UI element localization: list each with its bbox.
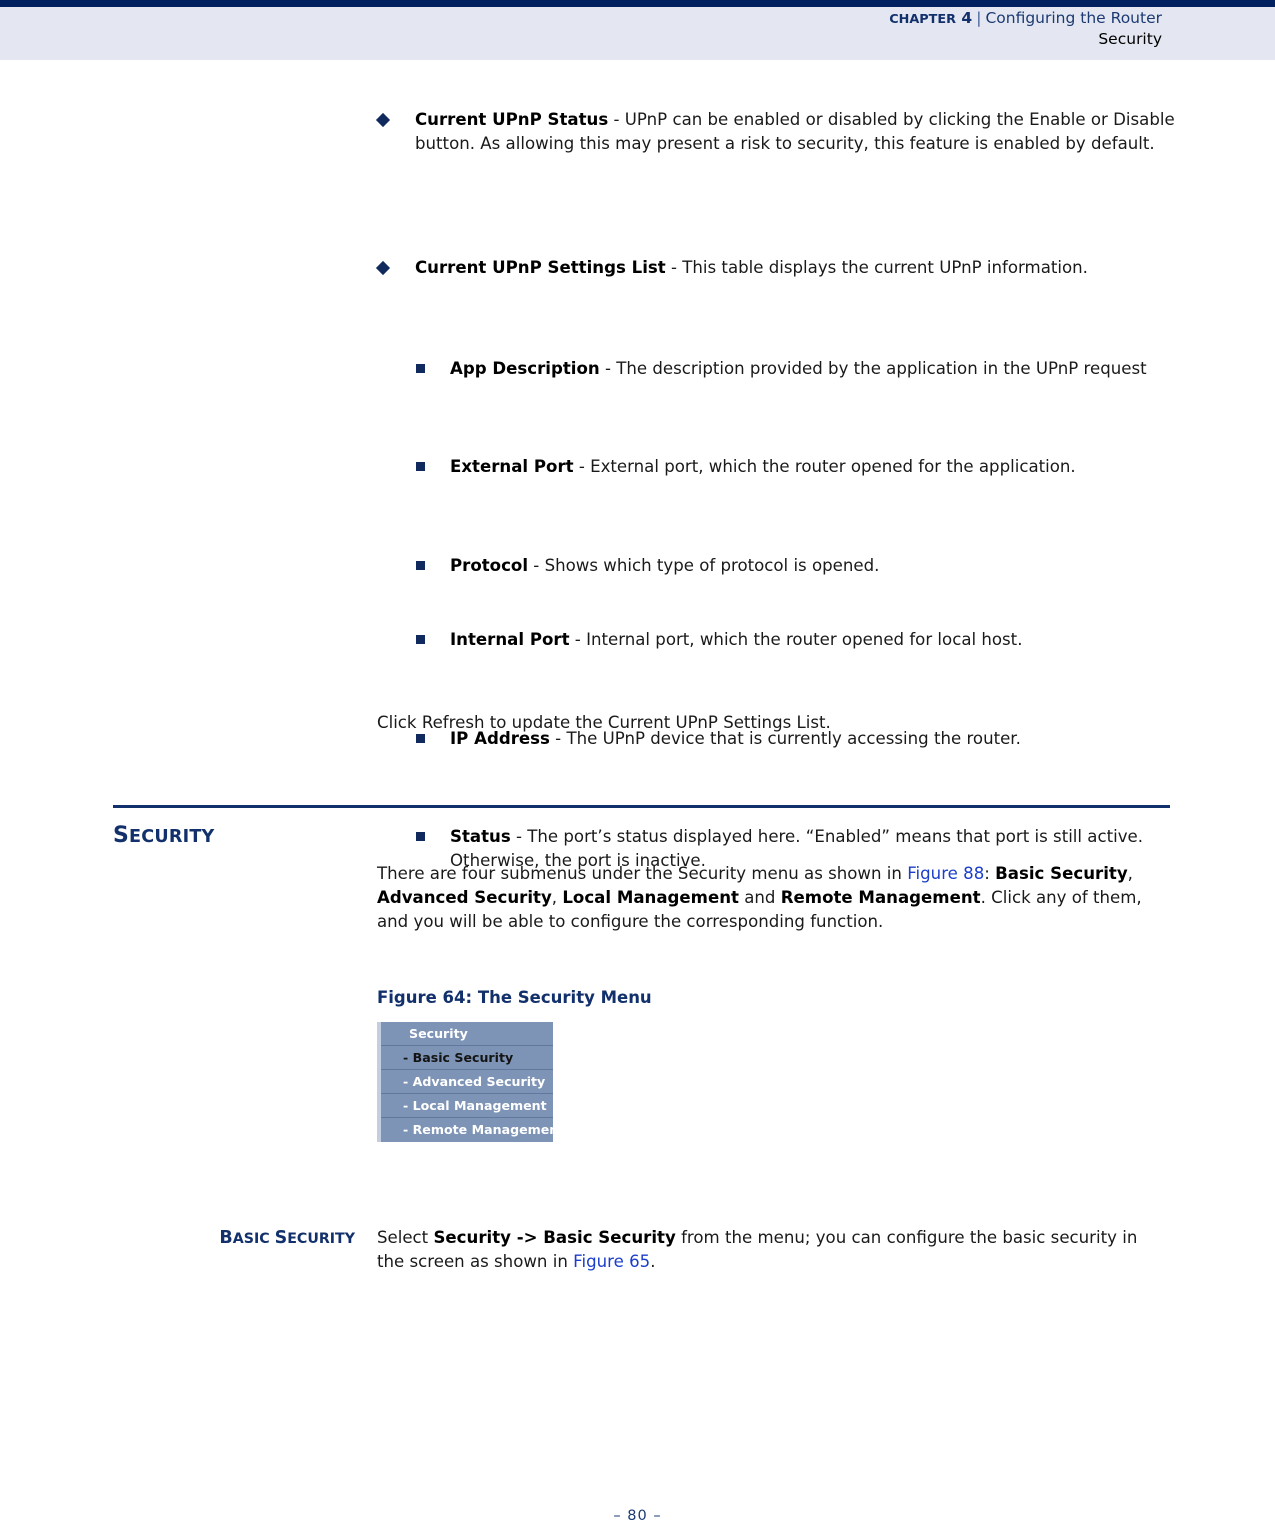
sub-bullet-term: Status (450, 827, 511, 847)
sub-bullet-app-description: App Description - The description provid… (415, 357, 1202, 381)
menu-item-basic-security[interactable]: - Basic Security (381, 1046, 553, 1070)
diamond-bullet-icon (375, 261, 391, 276)
side-heading-asic: ASIC (232, 1231, 275, 1247)
security-intro-paragraph: There are four submenus under the Securi… (377, 862, 1162, 934)
figure-image-security-menu: Security - Basic Security - Advanced Sec… (377, 1022, 564, 1142)
bullet-current-upnp-status: Current UPnP Status - UPnP can be enable… (375, 108, 1205, 156)
square-bullet-icon (416, 635, 425, 645)
sub-bullet-term: Protocol (450, 556, 529, 576)
menu-name-advanced-security: Advanced Security (377, 888, 552, 908)
sub-bullet-dash: - (528, 556, 545, 576)
page-number: – 80 – (613, 1508, 662, 1524)
sub-bullet-text: Shows which type of protocol is opened. (544, 556, 880, 576)
page-content: Current UPnP Status - UPnP can be enable… (0, 0, 1275, 1271)
menu-item-remote-management[interactable]: - Remote Management (381, 1118, 564, 1142)
sub-bullet-text: Internal port, which the router opened f… (586, 630, 1023, 650)
bullet-dash: - (665, 258, 683, 278)
basic-para-part3: . (650, 1252, 656, 1272)
menu-sep-1: , (1127, 864, 1133, 883)
sub-bullet-protocol: Protocol - Shows which type of protocol … (415, 554, 1202, 578)
square-bullet-icon (416, 561, 425, 571)
basic-para-menu-path: Security -> Basic Security (433, 1228, 676, 1247)
menu-name-remote-management: Remote Management (780, 888, 981, 908)
sub-bullet-dash: - (569, 630, 587, 650)
sub-bullet-term: Internal Port (450, 630, 570, 650)
sub-bullet-text: The description provided by the applicat… (616, 359, 1147, 379)
square-bullet-icon (416, 462, 425, 472)
sub-bullet-dash: - (510, 827, 528, 847)
side-heading-initial-s: S (274, 1228, 288, 1248)
sub-bullet-term: External Port (450, 457, 574, 477)
bullet-text: This table displays the current UPnP inf… (682, 258, 1088, 278)
xref-figure-88[interactable]: Figure 88 (907, 864, 984, 883)
bullet-current-upnp-settings-list: Current UPnP Settings List - This table … (375, 256, 1205, 280)
menu-name-local-management: Local Management (562, 888, 739, 908)
menu-sep-3: and (738, 888, 781, 908)
section-heading-initial: S (113, 823, 130, 848)
menu-sep-2: , (551, 888, 563, 908)
diamond-bullet-icon (375, 112, 391, 128)
refresh-note-paragraph: Click Refresh to update the Current UPnP… (377, 713, 831, 732)
side-heading-initial-b: B (219, 1228, 233, 1248)
bullet-term: Current UPnP Status (415, 110, 609, 129)
basic-para-part1: Select (377, 1228, 434, 1247)
menu-name-basic-security: Basic Security (995, 864, 1128, 883)
sub-bullet-text: External port, which the router opened f… (590, 457, 1076, 477)
subsection-heading-basic-security: BASIC SECURITY (113, 1228, 355, 1248)
square-bullet-icon (416, 734, 425, 744)
square-bullet-icon (416, 364, 425, 374)
section-heading-rest: ECURITY (129, 827, 215, 847)
sub-bullet-external-port: External Port - External port, which the… (415, 455, 1202, 479)
side-heading-ecurity: ECURITY (287, 1231, 355, 1247)
menu-item-local-management[interactable]: - Local Management (381, 1094, 553, 1118)
bullet-term: Current UPnP Settings List (415, 258, 666, 278)
sub-bullet-term: App Description (450, 359, 600, 379)
basic-security-paragraph: Select Security -> Basic Security from t… (377, 1226, 1162, 1274)
intro-text-part1: There are four submenus under the Securi… (377, 864, 908, 883)
menu-item-advanced-security[interactable]: - Advanced Security (381, 1070, 553, 1094)
bullet-dash: - (608, 110, 625, 129)
figure-caption-64: Figure 64: The Security Menu (377, 988, 652, 1007)
sub-bullet-internal-port: Internal Port - Internal port, which the… (415, 628, 1202, 652)
menu-item-security[interactable]: Security (381, 1022, 553, 1046)
sub-bullet-dash: - (599, 359, 617, 379)
intro-text-part2: : (984, 864, 996, 883)
xref-figure-65[interactable]: Figure 65 (573, 1252, 650, 1271)
square-bullet-icon (416, 832, 425, 842)
section-heading-security: SECURITY (113, 823, 215, 848)
section-divider-rule (113, 805, 1170, 808)
sub-bullet-dash: - (573, 457, 591, 477)
